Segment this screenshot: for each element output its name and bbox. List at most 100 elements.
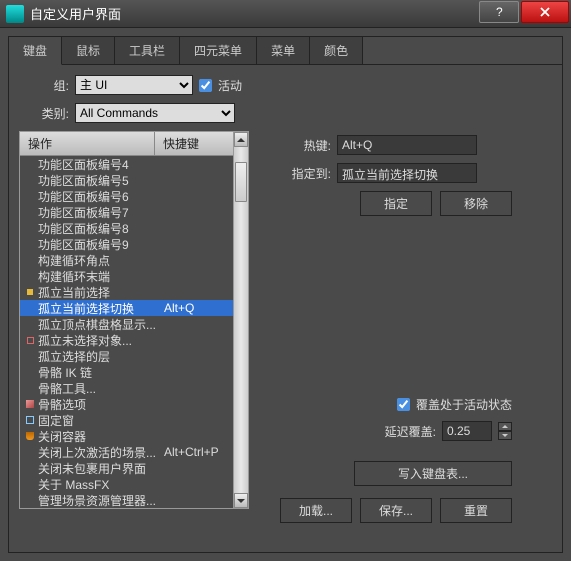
delay-spinner[interactable] [498,422,512,440]
cube-icon [24,398,36,410]
tab-4[interactable]: 菜单 [257,37,310,64]
list-item[interactable]: 功能区面板编号7 [20,204,248,220]
blank-icon [24,318,36,330]
list-item[interactable]: 管理场景资源管理器... [20,492,248,508]
tab-3[interactable]: 四元菜单 [180,37,257,64]
scroll-down[interactable] [234,493,248,508]
spinner-down[interactable] [498,431,512,440]
wire-icon [24,414,36,426]
assign-button[interactable]: 指定 [360,191,432,216]
list-item-label: 骨骼工具... [38,380,164,397]
list-item[interactable]: 关于 MassFX [20,476,248,492]
list-item[interactable]: 孤立顶点棋盘格显示... [20,316,248,332]
blank-icon [24,462,36,474]
blank-icon [24,174,36,186]
blank-icon [24,270,36,282]
list-item[interactable]: 骨骼选项 [20,396,248,412]
load-button[interactable]: 加载... [280,498,352,523]
list-item[interactable]: 孤立未选择对象... [20,332,248,348]
list-item[interactable]: 孤立选择的层 [20,348,248,364]
blank-icon [24,446,36,458]
list-item[interactable]: 骨骼工具... [20,380,248,396]
titlebar: 自定义用户界面 ? [0,0,571,28]
write-keyboard-button[interactable]: 写入键盘表... [354,461,512,486]
tab-0[interactable]: 键盘 [9,37,62,65]
list-item[interactable]: 孤立当前选择切换Alt+Q [20,300,248,316]
list-item[interactable]: 构建循环角点 [20,252,248,268]
blank-icon [24,206,36,218]
save-button[interactable]: 保存... [360,498,432,523]
list-item[interactable]: 关闭容器 [20,428,248,444]
list-item[interactable]: 功能区面板编号9 [20,236,248,252]
list-item-label: 构建循环末端 [38,268,164,285]
list-item[interactable]: 功能区面板编号8 [20,220,248,236]
blank-icon [24,382,36,394]
blank-icon [24,158,36,170]
list-item-label: 功能区面板编号5 [38,172,164,189]
hotkey-input[interactable] [337,135,477,155]
close-button[interactable] [521,1,569,23]
sq-icon [24,334,36,346]
list-item[interactable]: 功能区面板编号6 [20,188,248,204]
list-item-label: 关于 MassFX [38,476,164,493]
override-label: 覆盖处于活动状态 [416,396,512,413]
svg-text:?: ? [496,6,503,18]
reset-button[interactable]: 重置 [440,498,512,523]
scroll-up[interactable] [234,132,248,147]
blank-icon [24,302,36,314]
group-label: 组: [19,77,69,94]
hotkey-label: 热键: [261,137,331,154]
list-header: 操作 快捷键 [20,132,248,156]
blank-icon [24,478,36,490]
list-item[interactable]: 关闭未包裹用户界面 [20,460,248,476]
list-item[interactable]: 功能区面板编号5 [20,172,248,188]
tab-5[interactable]: 颜色 [310,37,363,64]
list-item[interactable]: 孤立当前选择 [20,284,248,300]
list-item-label: 功能区面板编号7 [38,204,164,221]
list-item-label: 功能区面板编号6 [38,188,164,205]
list-item[interactable]: 构建循环末端 [20,268,248,284]
list-item-label: 孤立当前选择切换 [38,300,164,317]
assigned-field: 孤立当前选择切换 [337,163,477,183]
list-item-label: 固定窗 [38,412,164,429]
app-icon [6,5,24,23]
remove-button[interactable]: 移除 [440,191,512,216]
blank-icon [24,254,36,266]
scroll-thumb[interactable] [235,162,247,202]
window-title: 自定义用户界面 [30,4,479,23]
blank-icon [24,350,36,362]
list-item-label: 孤立当前选择 [38,284,164,301]
override-checkbox[interactable] [397,398,410,411]
group-select[interactable]: 主 UI [75,75,193,95]
help-button[interactable]: ? [479,1,519,23]
assigned-label: 指定到: [261,165,331,182]
list-item-label: 孤立未选择对象... [38,332,164,349]
list-item[interactable]: 固定窗 [20,412,248,428]
blank-icon [24,238,36,250]
tab-1[interactable]: 鼠标 [62,37,115,64]
list-item-label: 功能区面板编号4 [38,156,164,173]
list-item[interactable]: 关闭上次激活的场景...Alt+Ctrl+P [20,444,248,460]
list-item[interactable]: 功能区面板编号4 [20,156,248,172]
header-action[interactable]: 操作 [20,132,155,155]
action-listbox: 操作 快捷键 功能区面板编号4功能区面板编号5功能区面板编号6功能区面板编号7功… [19,131,249,509]
spinner-up[interactable] [498,422,512,431]
list-item-label: 关闭上次激活的场景... [38,444,164,461]
list-item-label: 孤立选择的层 [38,348,164,365]
scrollbar[interactable] [233,132,248,508]
list-item-label: 构建循环角点 [38,252,164,269]
active-label: 活动 [218,77,242,94]
blank-icon [24,222,36,234]
delay-input[interactable] [442,421,492,441]
tab-bar: 键盘鼠标工具栏四元菜单菜单颜色 [9,37,562,65]
category-select[interactable]: All Commands [75,103,235,123]
list-item-label: 功能区面板编号9 [38,236,164,253]
active-checkbox[interactable] [199,79,212,92]
list-item-label: 孤立顶点棋盘格显示... [38,316,164,333]
tab-2[interactable]: 工具栏 [115,37,180,64]
dot-icon [24,286,36,298]
list-item[interactable]: 骨骼 IK 链 [20,364,248,380]
blank-icon [24,494,36,506]
vessel-icon [24,430,36,442]
list-item-label: 功能区面板编号8 [38,220,164,237]
